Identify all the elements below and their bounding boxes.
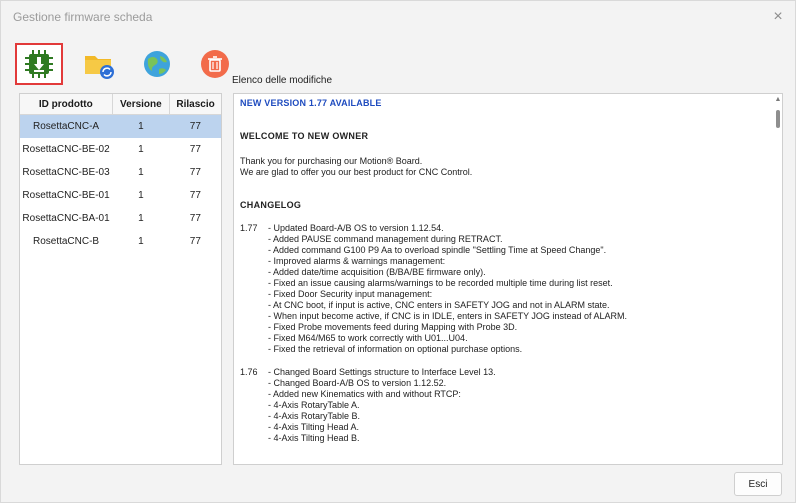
changelog-line: - 4-Axis Tilting Head B. [268, 433, 360, 443]
column-header-version[interactable]: Versione [112, 94, 171, 115]
globe-icon [144, 51, 170, 77]
changelog-line: - Changed Board-A/B OS to version 1.12.5… [268, 378, 447, 388]
product-table: ID prodotto Versione Rilascio RosettaCNC… [20, 94, 221, 253]
product-id-cell: RosettaCNC-BE-01 [22, 190, 110, 201]
table-row[interactable]: RosettaCNC-A 1 77 [20, 114, 221, 138]
chip-download-icon [25, 50, 53, 78]
thanks-line: We are glad to offer you our best produc… [240, 167, 473, 177]
product-list-panel: ID prodotto Versione Rilascio RosettaCNC… [19, 93, 222, 465]
changelog-line: - Fixed Door Security input management: [268, 289, 433, 299]
changelog-heading: CHANGELOG [240, 200, 302, 210]
changelog-version: 1.77 [240, 223, 258, 233]
changes-list-label: Elenco delle modifiche [232, 75, 333, 86]
online-update-button[interactable] [135, 43, 179, 85]
folder-sync-icon [85, 56, 114, 79]
version-cell: 1 [112, 114, 170, 138]
changelog-panel[interactable]: ▲ NEW VERSION 1.77 AVAILABLE WELCOME TO … [233, 93, 783, 465]
thanks-paragraph: Thank you for purchasing our Motion® Boa… [240, 156, 764, 178]
changelog-lines: - Updated Board-A/B OS to version 1.12.5… [268, 223, 627, 355]
changelog-text: NEW VERSION 1.77 AVAILABLE WELCOME TO NE… [240, 98, 764, 444]
new-version-notice: NEW VERSION 1.77 AVAILABLE [240, 98, 382, 108]
table-row[interactable]: RosettaCNC-BE-01 1 77 [20, 184, 221, 207]
table-row[interactable]: RosettaCNC-BA-01 1 77 [20, 207, 221, 230]
release-cell: 77 [189, 236, 201, 247]
welcome-heading: WELCOME TO NEW OWNER [240, 131, 369, 141]
changelog-scrollbar[interactable] [776, 110, 780, 128]
changelog-line: - Fixed Probe movements feed during Mapp… [268, 322, 518, 332]
release-cell: 77 [189, 213, 201, 224]
changelog-line: - Added command G100 P9 Aa to overload s… [268, 245, 607, 255]
release-cell: 77 [189, 167, 201, 178]
version-cell: 1 [138, 167, 144, 178]
product-id-cell: RosettaCNC-BA-01 [22, 213, 110, 224]
firmware-download-button[interactable] [15, 43, 63, 85]
changelog-line: - Fixed an issue causing alarms/warnings… [268, 278, 613, 288]
open-folder-button[interactable] [77, 43, 121, 85]
table-row[interactable]: RosettaCNC-BE-02 1 77 [20, 138, 221, 161]
changelog-line: - Changed Board Settings structure to In… [268, 367, 496, 377]
product-id-cell: RosettaCNC-A [20, 114, 113, 138]
product-id-cell: RosettaCNC-BE-03 [22, 167, 110, 178]
table-row[interactable]: RosettaCNC-BE-03 1 77 [20, 161, 221, 184]
changelog-line: - Fixed the retrieval of information on … [268, 344, 523, 354]
release-cell: 77 [189, 144, 201, 155]
version-cell: 1 [138, 190, 144, 201]
table-row[interactable]: RosettaCNC-B 1 77 [20, 230, 221, 253]
changelog-line: - Fixed M64/M65 to work correctly with U… [268, 333, 468, 343]
changelog-line: - Improved alarms & warnings management: [268, 256, 446, 266]
product-id-cell: RosettaCNC-BE-02 [22, 144, 110, 155]
release-cell: 77 [189, 190, 201, 201]
changelog-entry: 1.76 - Changed Board Settings structure … [240, 367, 764, 444]
window-title: Gestione firmware scheda [13, 10, 153, 24]
changelog-line: - 4-Axis RotaryTable A. [268, 400, 360, 410]
version-cell: 1 [138, 213, 144, 224]
changelog-line: - Updated Board-A/B OS to version 1.12.5… [268, 223, 444, 233]
version-cell: 1 [138, 144, 144, 155]
column-header-product-id[interactable]: ID prodotto [20, 94, 113, 115]
changelog-line: - When input become active, if CNC is in… [268, 311, 627, 321]
column-header-release[interactable]: Rilascio [169, 94, 221, 115]
product-id-cell: RosettaCNC-B [32, 236, 100, 247]
firmware-window: Gestione firmware scheda × Elenco delle … [0, 0, 796, 503]
changelog-line: - Added date/time acquisition (B/BA/BE f… [268, 267, 486, 277]
title-bar: Gestione firmware scheda × [1, 1, 795, 33]
delete-button[interactable] [193, 43, 237, 85]
thanks-line: Thank you for purchasing our Motion® Boa… [240, 156, 423, 166]
changelog-entry: 1.77 - Updated Board-A/B OS to version 1… [240, 223, 764, 355]
trash-icon [201, 50, 229, 78]
changelog-line: - Added PAUSE command management during … [268, 234, 503, 244]
exit-button[interactable]: Esci [734, 472, 782, 496]
scroll-up-arrow-icon[interactable]: ▲ [774, 96, 782, 104]
changelog-line: - Added new Kinematics with and without … [268, 389, 461, 399]
changelog-version: 1.76 [240, 367, 258, 377]
changelog-line: - At CNC boot, if input is active, CNC e… [268, 300, 610, 310]
changelog-line: - 4-Axis Tilting Head A. [268, 422, 360, 432]
close-button[interactable]: × [761, 3, 795, 31]
changelog-lines: - Changed Board Settings structure to In… [268, 367, 496, 444]
toolbar [15, 43, 237, 85]
version-cell: 1 [138, 236, 144, 247]
release-cell: 77 [169, 114, 221, 138]
changelog-line: - 4-Axis RotaryTable B. [268, 411, 361, 421]
